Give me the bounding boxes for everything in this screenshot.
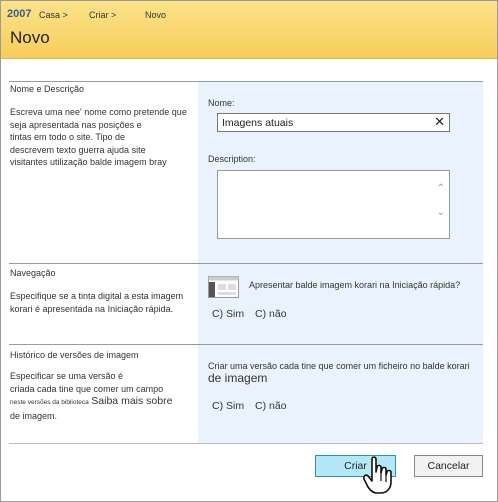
breadcrumb-novo: Novo bbox=[145, 10, 167, 20]
desc-line: tintas em todo o site. Tipo de bbox=[10, 132, 126, 142]
versions-panel bbox=[198, 345, 483, 443]
scroll-up-icon[interactable]: ⌃ bbox=[437, 183, 445, 194]
breadcrumb-criar[interactable]: Criar > bbox=[89, 10, 116, 20]
desc-line: criada cada tine que comer um campo bbox=[10, 383, 164, 394]
section-divider bbox=[9, 344, 483, 345]
section-divider bbox=[9, 81, 483, 82]
description-label: Description: bbox=[208, 154, 256, 164]
breadcrumb-casa[interactable]: Casa > bbox=[39, 10, 68, 20]
section-desc-versions: Especificar se uma versão é criada cada … bbox=[10, 370, 195, 422]
desc-line: Especifique se a tinta digital a esta im… bbox=[10, 291, 184, 301]
quick-launch-icon bbox=[208, 276, 239, 298]
clear-icon[interactable]: ✕ bbox=[434, 114, 445, 130]
nav-panel bbox=[198, 264, 483, 344]
versions-option-line: de imagem bbox=[208, 371, 268, 385]
versions-option-text: Criar uma versão cada tine que comer um … bbox=[208, 361, 484, 385]
page-header: 2007 Casa > Criar > Novo Novo bbox=[1, 1, 497, 59]
nav-yes-radio[interactable]: C) Sim bbox=[212, 308, 244, 320]
section-divider bbox=[9, 263, 483, 264]
cancel-button[interactable]: Cancelar bbox=[414, 455, 483, 477]
versions-option-line: Criar uma versão cada tine que comer um … bbox=[208, 361, 470, 371]
desc-small-note: neste versões da biblioteca bbox=[10, 399, 89, 406]
name-label: Nome: bbox=[208, 98, 235, 108]
name-input-value: Imagens atuais bbox=[222, 117, 294, 129]
versions-yes-radio[interactable]: C) Sim bbox=[212, 400, 244, 412]
versions-no-radio[interactable]: C) não bbox=[255, 400, 287, 412]
section-title-nav: Navegação bbox=[10, 268, 56, 278]
desc-line: de imagem. bbox=[10, 410, 58, 421]
section-title-versions: Histórico de versões de imagem bbox=[10, 350, 139, 360]
scroll-down-icon[interactable]: ⌄ bbox=[437, 207, 445, 218]
nav-radio-group: C) Sim C) não bbox=[212, 308, 295, 320]
desc-line: neste versões da biblioteca Saiba mais s… bbox=[10, 395, 195, 410]
versions-radio-group: C) Sim C) não bbox=[212, 400, 295, 412]
section-desc-name: Escreva uma nee' nome como pretende que … bbox=[10, 106, 187, 169]
desc-line: descrevem texto guerra ajuda site bbox=[10, 144, 146, 155]
desc-line: korari é apresentada na Iniciação rápida… bbox=[10, 303, 174, 314]
breadcrumb-year[interactable]: 2007 bbox=[7, 8, 31, 20]
page-title: Novo bbox=[10, 28, 50, 47]
section-divider bbox=[9, 443, 483, 444]
desc-line: visitantes utilização balde imagem bray bbox=[10, 157, 167, 167]
section-desc-nav: Especifique se a tinta digital a esta im… bbox=[10, 290, 183, 315]
desc-line: Especificar se uma versão é bbox=[10, 371, 124, 381]
name-input[interactable]: Imagens atuais ✕ bbox=[217, 113, 450, 132]
learn-more-link[interactable]: Saiba mais sobre bbox=[91, 395, 172, 407]
section-title-name: Nome e Descrição bbox=[10, 84, 85, 94]
nav-option-text: Apresentar balde imagem korari na Inicia… bbox=[249, 280, 461, 290]
desc-line: seja apresentada nas posições e bbox=[10, 119, 142, 130]
hand-cursor-icon bbox=[363, 456, 392, 494]
nav-no-radio[interactable]: C) não bbox=[255, 308, 287, 320]
desc-line: Escreva uma nee' nome como pretende que bbox=[10, 107, 187, 117]
description-textarea[interactable]: ⌃ ⌄ bbox=[217, 170, 450, 239]
